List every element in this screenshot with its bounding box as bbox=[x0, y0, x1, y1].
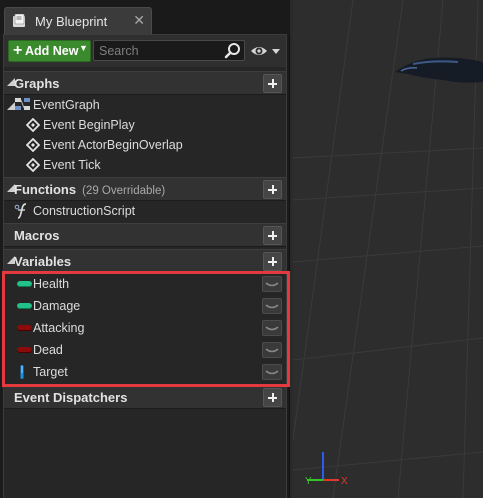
add-graph-button[interactable] bbox=[263, 74, 282, 93]
view-options-eye-icon[interactable] bbox=[249, 41, 283, 61]
section-functions[interactable]: Functions (29 Overridable) bbox=[4, 177, 286, 201]
graph-item-event-tick[interactable]: Event Tick bbox=[4, 155, 286, 175]
dropdown-arrow-icon: ▼ bbox=[79, 43, 88, 53]
add-variable-button[interactable] bbox=[263, 252, 282, 271]
section-variables[interactable]: Variables bbox=[4, 249, 286, 273]
section-title: Graphs bbox=[14, 76, 60, 91]
highlight-box bbox=[2, 271, 290, 387]
toolbar: + Add New ▼ bbox=[4, 35, 286, 67]
x-axis-label: X bbox=[341, 476, 348, 487]
section-title: Macros bbox=[14, 228, 60, 243]
search-input[interactable] bbox=[93, 40, 245, 61]
event-node-icon bbox=[26, 138, 40, 152]
blueprint-tab-icon bbox=[13, 14, 25, 27]
tab-my-blueprint[interactable]: My Blueprint ✕ bbox=[4, 7, 152, 34]
graph-item-event-actorbeginoverlap[interactable]: Event ActorBeginOverlap bbox=[4, 135, 286, 155]
tab-strip: My Blueprint ✕ bbox=[0, 0, 290, 34]
plus-icon: + bbox=[13, 42, 23, 59]
event-graph-icon bbox=[15, 98, 30, 110]
graph-item-label: EventGraph bbox=[33, 98, 100, 112]
event-node-icon bbox=[26, 158, 40, 172]
search-icon[interactable] bbox=[224, 42, 241, 59]
viewport[interactable]: X Y bbox=[293, 0, 483, 498]
graph-item-label: Event BeginPlay bbox=[43, 118, 135, 132]
section-macros[interactable]: Macros bbox=[4, 223, 286, 247]
event-node-icon bbox=[26, 118, 40, 132]
function-item-label: ConstructionScript bbox=[33, 204, 136, 218]
functions-title: Functions bbox=[14, 182, 77, 197]
graph-item-eventgraph[interactable]: EventGraph bbox=[4, 95, 286, 115]
section-title: Variables bbox=[14, 254, 72, 269]
section-title: Functions (29 Overridable) bbox=[14, 182, 165, 197]
y-axis-label: Y bbox=[305, 476, 312, 487]
empty-area bbox=[4, 429, 286, 498]
function-icon bbox=[14, 203, 27, 219]
overridable-count: (29 Overridable) bbox=[82, 185, 166, 197]
add-new-button[interactable]: + Add New ▼ bbox=[8, 40, 91, 62]
add-macro-button[interactable] bbox=[263, 226, 282, 245]
function-item-constructionscript[interactable]: ConstructionScript bbox=[4, 201, 286, 221]
add-new-label: Add New bbox=[25, 44, 79, 58]
graph-item-label: Event ActorBeginOverlap bbox=[43, 138, 183, 152]
section-graphs[interactable]: Graphs bbox=[4, 71, 286, 95]
section-title: Event Dispatchers bbox=[14, 390, 128, 405]
my-blueprint-panel: My Blueprint ✕ + Add New ▼ Search Graphs… bbox=[0, 0, 290, 498]
axis-gizmo: X Y bbox=[305, 452, 348, 487]
graph-item-label: Event Tick bbox=[43, 158, 101, 172]
add-event-dispatcher-button[interactable] bbox=[263, 388, 282, 407]
section-event-dispatchers[interactable]: Event Dispatchers bbox=[4, 385, 286, 409]
graph-item-event-beginplay[interactable]: Event BeginPlay bbox=[4, 115, 286, 135]
close-tab-icon[interactable]: ✕ bbox=[133, 13, 145, 27]
add-function-button[interactable] bbox=[263, 180, 282, 199]
tab-title: My Blueprint bbox=[35, 14, 108, 29]
panel-content: + Add New ▼ Graphs bbox=[3, 34, 287, 498]
viewport-scene bbox=[293, 0, 483, 498]
